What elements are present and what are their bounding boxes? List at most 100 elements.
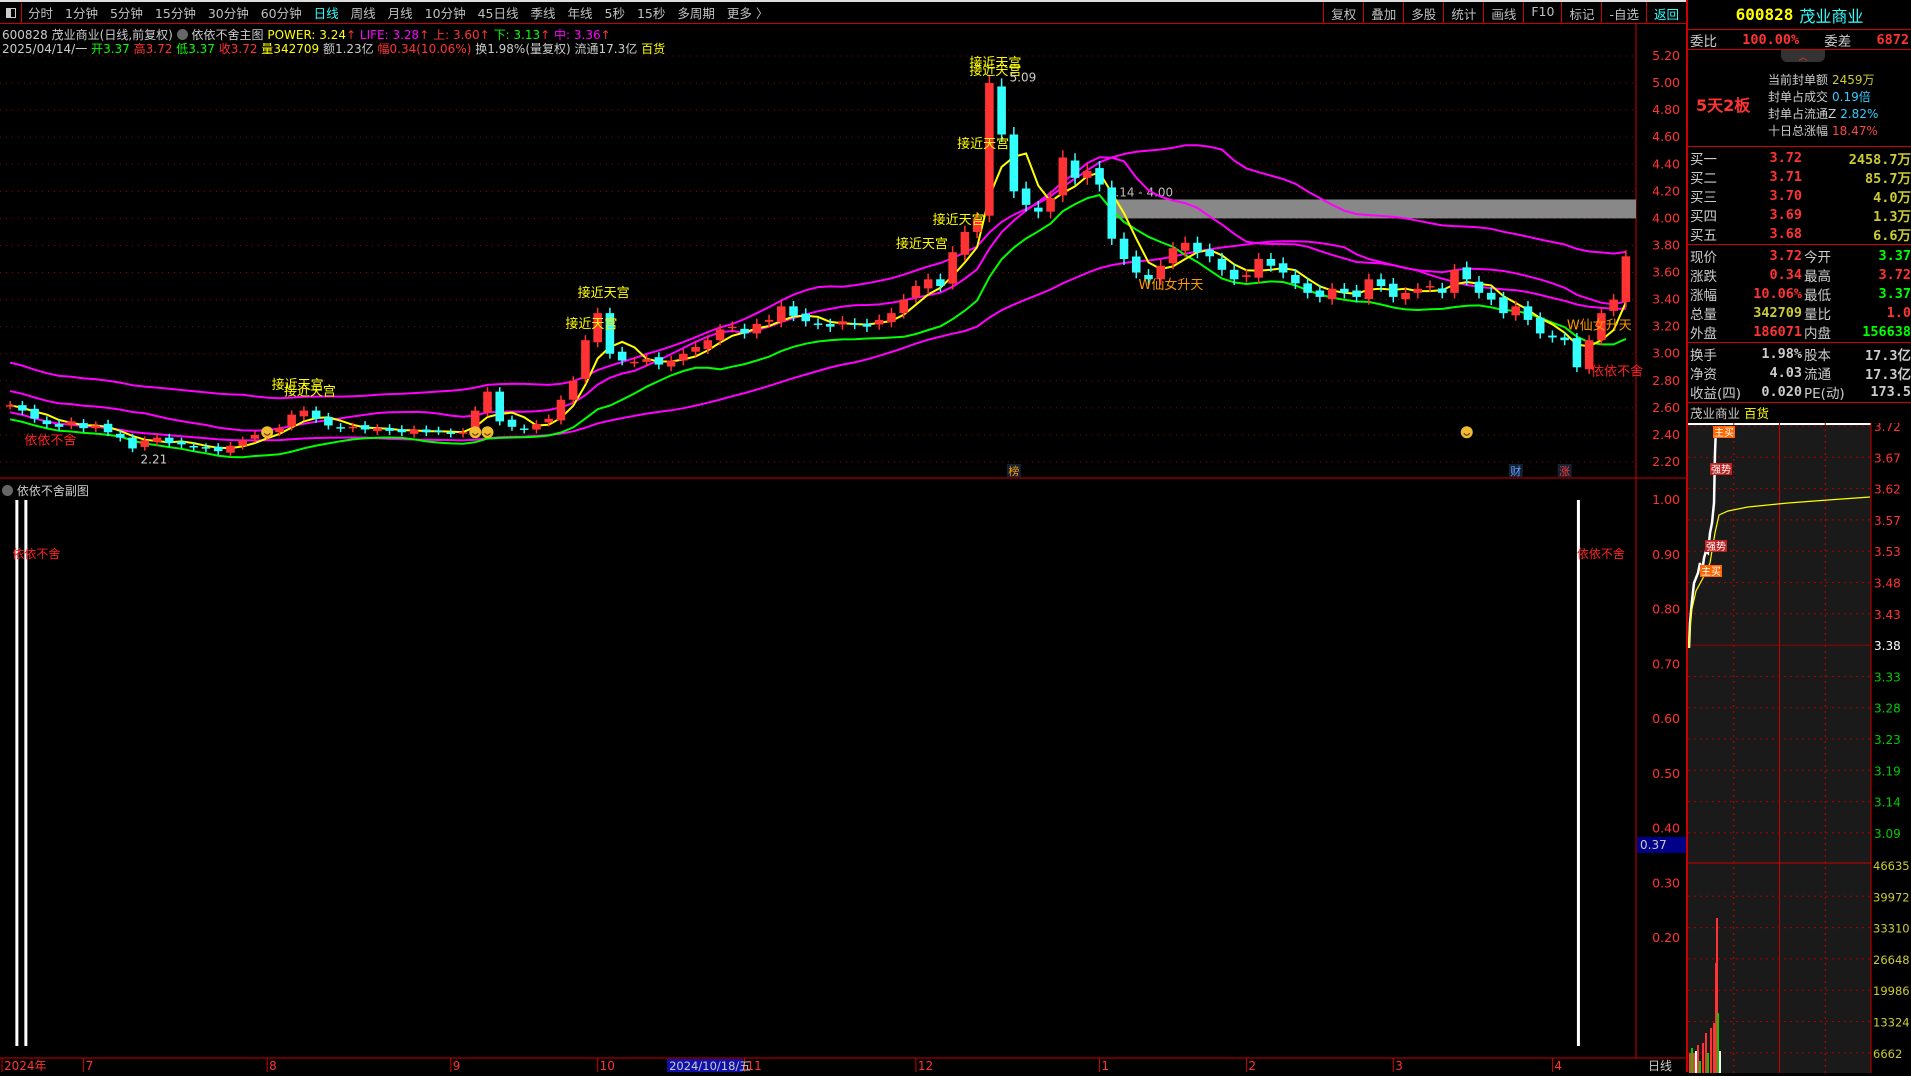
- candle: [1523, 300, 1533, 326]
- intraday-tag-label: 主买: [1701, 566, 1721, 578]
- quote-value: 3.37: [1878, 248, 1911, 264]
- fund-value: 173.5: [1870, 384, 1911, 400]
- signal-label: 接近天宫: [933, 212, 985, 228]
- candle: [91, 421, 101, 433]
- ma-line: [9, 152, 1627, 450]
- candle: [581, 335, 590, 384]
- intraday-price-tick: 3.62: [1874, 483, 1901, 497]
- candle: [862, 318, 872, 332]
- candle: [299, 406, 309, 421]
- price-tick: 3.40: [1652, 292, 1680, 307]
- bid-row[interactable]: 买五 3.68 6.6万: [1688, 224, 1911, 244]
- volume-bar: [1719, 1051, 1721, 1073]
- candle: [1131, 250, 1141, 279]
- quote-label: 外盘: [1690, 326, 1717, 342]
- fund-label: 换手: [1690, 348, 1717, 364]
- axis-mode[interactable]: 日线: [1648, 1059, 1672, 1072]
- volume-bar: [1689, 1053, 1691, 1073]
- quote-label: 今开: [1804, 250, 1831, 266]
- candle: [1499, 291, 1508, 319]
- candle: [434, 426, 443, 435]
- candle: [324, 412, 333, 430]
- sub-tick: 0.70: [1652, 656, 1680, 671]
- bid-row[interactable]: 买三 3.70 4.0万: [1688, 186, 1911, 206]
- extreme-price-label: 2.21: [141, 452, 168, 466]
- time-tick: 4: [1554, 1059, 1562, 1072]
- board-count: 5天2板: [1696, 96, 1751, 115]
- kline-chart[interactable]: 5.20 5.00 4.80 4.60 4.40 4.20 4.00 3.80 3.60 3.40…: [0, 0, 1686, 1072]
- bid-row[interactable]: 买四 3.69 1.3万: [1688, 205, 1911, 225]
- intraday-volume-tick: 26648: [1873, 953, 1910, 967]
- sub-indicator-name[interactable]: 依依不舍副图: [17, 484, 89, 498]
- seal-row: 封单占流通Z 2.82%: [1768, 106, 1878, 123]
- bid-volume: 6.6万: [1873, 228, 1911, 244]
- bid-row[interactable]: 买二 3.71 85.7万: [1688, 167, 1911, 187]
- time-tick: 7: [86, 1059, 94, 1072]
- bid-label: 买四: [1690, 209, 1717, 225]
- candle: [483, 387, 492, 417]
- volume-bar: [1713, 1023, 1715, 1073]
- seal-value: 2.82%: [1840, 107, 1879, 121]
- candle: [1548, 330, 1557, 343]
- candle: [874, 314, 884, 330]
- price-tick: 4.20: [1652, 183, 1680, 198]
- candle: [336, 423, 345, 433]
- sub-tick: 0.50: [1652, 766, 1680, 781]
- signal-bar: [24, 500, 28, 1046]
- cursor-date: 2024/10/18/五: [669, 1059, 751, 1072]
- intraday-volume-tick: 19986: [1873, 984, 1910, 998]
- volume-bar: [1705, 1033, 1707, 1073]
- signal-label: 接近天宫: [284, 384, 336, 400]
- sub-tick: 0.60: [1652, 711, 1680, 726]
- candle: [18, 400, 27, 415]
- price-tick: 3.20: [1652, 319, 1680, 334]
- candle: [1486, 287, 1496, 306]
- candle: [923, 273, 933, 295]
- volume-bar: [1691, 1048, 1693, 1073]
- quote-label: 涨幅: [1690, 288, 1717, 304]
- candle: [177, 437, 186, 449]
- time-tick: 9: [453, 1059, 461, 1072]
- candle: [1352, 284, 1361, 303]
- panel-name: 茂业商业: [1799, 6, 1864, 26]
- candle: [1083, 163, 1092, 185]
- weicha-value: 6872: [1876, 31, 1909, 48]
- candle: [752, 318, 762, 339]
- candle: [79, 419, 88, 433]
- fund-row: 收益(四) 0.020 PE(动) 173.5: [1688, 382, 1911, 402]
- intraday-chart[interactable]: 3.72 3.67 3.62 3.57 3.53 3.48 3.43 3.38 3.33 3.28…: [1687, 420, 1911, 1073]
- quote-label: 总量: [1690, 307, 1717, 323]
- intraday-price-tick: 3.43: [1874, 608, 1901, 622]
- candle: [373, 424, 382, 436]
- sub-tick: 0.40: [1652, 821, 1680, 836]
- bid-volume: 2458.7万: [1848, 152, 1911, 168]
- bid-row[interactable]: 买一 3.72 2458.7万: [1688, 148, 1911, 168]
- candle: [1340, 283, 1349, 299]
- fund-value: 4.03: [1769, 365, 1802, 381]
- candle: [385, 424, 394, 435]
- candle: [1364, 273, 1374, 305]
- seal-label: 封单占流通Z: [1768, 107, 1837, 121]
- collapse-button[interactable]: ︿: [1781, 50, 1825, 63]
- quote-value: 186071: [1753, 324, 1802, 340]
- bid-label: 买三: [1690, 190, 1717, 206]
- candle: [1389, 277, 1398, 303]
- intraday-tag-label: 强势: [1706, 540, 1726, 553]
- price-tick: 3.60: [1652, 265, 1680, 280]
- price-tick: 4.60: [1652, 129, 1680, 144]
- candle: [740, 323, 749, 339]
- candle: [1572, 333, 1582, 372]
- candle: [1058, 150, 1068, 203]
- sub-indicator-dropdown-icon[interactable]: [2, 485, 13, 496]
- candle: [948, 246, 957, 290]
- quote-value: 0.34: [1769, 267, 1802, 283]
- intraday-price-tick: 3.53: [1874, 545, 1901, 559]
- seal-label: 封单占成交: [1768, 90, 1829, 104]
- candle: [801, 308, 811, 327]
- price-tick: 2.20: [1652, 454, 1680, 469]
- quote-panel: 600828 茂业商业 委比 100.00% 委差 6872 ︿ 5天2板 当前…: [1686, 0, 1911, 1073]
- volume-bar: [1695, 1051, 1697, 1073]
- seal-value: 0.19倍: [1832, 90, 1871, 104]
- candle: [1621, 250, 1631, 308]
- mid-band-line: [9, 156, 1627, 432]
